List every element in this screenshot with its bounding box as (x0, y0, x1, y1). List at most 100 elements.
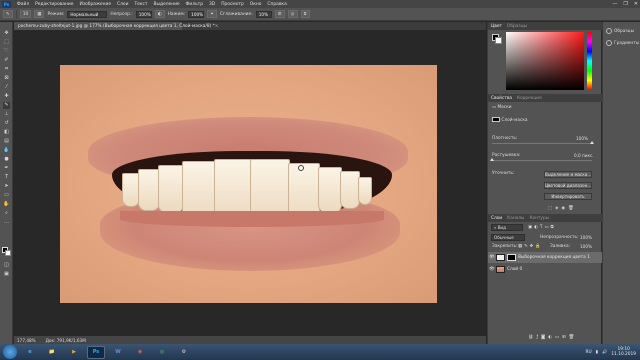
quick-mask-icon[interactable]: ◫ (3, 262, 10, 269)
symmetry-icon[interactable]: ⧖ (300, 10, 310, 18)
gradient-tool-icon[interactable]: ▤ (3, 138, 10, 145)
fill-value[interactable]: 100% (580, 244, 592, 249)
menu-layers[interactable]: Слои (114, 2, 131, 7)
move-tool-icon[interactable]: ✥ (3, 30, 10, 37)
history-brush-tool-icon[interactable]: ↺ (3, 120, 10, 127)
zoom-tool-icon[interactable]: ⌕ (3, 210, 10, 217)
density-value[interactable]: 100% (576, 136, 588, 141)
maximize-button[interactable]: ❐ (623, 1, 627, 7)
brush-settings-icon[interactable]: ▦ (34, 10, 45, 18)
more-tools-icon[interactable]: … (3, 219, 10, 226)
blur-tool-icon[interactable]: 💧 (3, 147, 10, 154)
hue-slider[interactable] (587, 32, 592, 90)
pressure-size-icon[interactable]: ◎ (287, 10, 298, 18)
explorer-app-icon[interactable]: 📁 (43, 346, 61, 359)
visibility-eye-icon[interactable]: 👁 (488, 267, 496, 272)
layer-row[interactable]: 👁 Слой 0 (488, 264, 602, 275)
new-group-icon[interactable]: ▭ (555, 335, 562, 340)
pressure-opacity-icon[interactable]: ◐ (154, 10, 165, 18)
tab-color[interactable]: Цвет (491, 24, 502, 29)
load-selection-icon[interactable]: ⬚ (548, 206, 555, 211)
tab-properties[interactable]: Свойства (491, 96, 512, 101)
eyedropper-tool-icon[interactable]: ⁄ (3, 84, 10, 91)
blend-mode-select[interactable]: Обычные (491, 234, 525, 241)
chrome-app-icon[interactable]: ◎ (153, 346, 171, 359)
invert-button[interactable]: Инвертировать (544, 193, 592, 200)
menu-image[interactable]: Изображение (76, 2, 114, 7)
close-tab-icon[interactable]: × (215, 24, 219, 29)
language-indicator[interactable]: RU (586, 350, 592, 355)
pen-tool-icon[interactable]: ✒ (3, 165, 10, 172)
start-button[interactable] (3, 345, 17, 359)
mode-select[interactable]: Нормальный (67, 10, 108, 18)
minimize-button[interactable]: — (612, 1, 617, 7)
settings-app-icon[interactable]: ⚙ (175, 346, 193, 359)
brush-tool-preset-icon[interactable]: ✎ (3, 10, 13, 18)
word-app-icon[interactable]: W (109, 346, 127, 359)
tab-channels[interactable]: Каналы (507, 216, 524, 221)
photoshop-app-icon[interactable]: Ps (87, 345, 105, 359)
menu-3d[interactable]: 3D (206, 2, 218, 7)
hand-tool-icon[interactable]: ✋ (3, 201, 10, 208)
clock[interactable]: 19:10 11.10.2019 (611, 347, 636, 357)
tab-adjustments[interactable]: Коррекция (517, 96, 542, 101)
layer-mask-thumb[interactable] (507, 254, 516, 261)
dock-gradients[interactable]: Градиенты (606, 40, 639, 46)
screen-mode-icon[interactable]: ▣ (3, 271, 10, 278)
smoothing-options-icon[interactable]: ⚙ (274, 10, 285, 18)
feather-slider[interactable] (490, 158, 592, 161)
filter-smart-icon[interactable]: ⧉ (551, 225, 556, 230)
tab-layers[interactable]: Слои (491, 216, 502, 221)
menu-file[interactable]: Файл (14, 2, 32, 7)
color-panel-background-swatch[interactable] (495, 37, 502, 44)
type-tool-icon[interactable]: T (3, 174, 10, 181)
rectangle-tool-icon[interactable]: ▭ (3, 192, 10, 199)
media-app-icon[interactable]: ▶ (65, 346, 83, 359)
menu-filter[interactable]: Фильтр (183, 2, 206, 7)
feather-value[interactable]: 0,0 пикс. (574, 153, 594, 158)
color-picker-field[interactable] (506, 32, 584, 90)
visibility-eye-icon[interactable]: 👁 (488, 255, 496, 260)
dock-swatches[interactable]: Образцы (606, 28, 634, 34)
document-image[interactable] (60, 65, 437, 303)
healing-brush-tool-icon[interactable]: ✚ (3, 93, 10, 100)
menu-view[interactable]: Просмотр (218, 2, 247, 7)
browser-app-icon[interactable]: ◉ (131, 346, 149, 359)
airbrush-icon[interactable]: ✦ (207, 10, 217, 18)
new-adjustment-icon[interactable]: ◐ (548, 335, 555, 340)
dodge-tool-icon[interactable]: ● (3, 156, 10, 163)
menu-help[interactable]: Справка (264, 2, 289, 7)
canvas-area[interactable] (14, 30, 486, 336)
layer-kind-filter[interactable]: ⌕ Вид (491, 224, 523, 231)
menu-select[interactable]: Выделение (150, 2, 182, 7)
frame-tool-icon[interactable]: ⊠ (3, 75, 10, 82)
layer-mask-thumb-icon[interactable] (492, 117, 500, 122)
marquee-tool-icon[interactable]: ⬚ (3, 39, 10, 46)
quick-select-tool-icon[interactable]: ✐ (3, 57, 10, 64)
delete-mask-icon[interactable]: 🗑 (568, 206, 576, 211)
delete-layer-icon[interactable]: 🗑 (569, 335, 577, 340)
ie-app-icon[interactable]: e (21, 346, 39, 359)
eraser-tool-icon[interactable]: ◧ (3, 129, 10, 136)
zoom-level[interactable]: 177,48% (17, 338, 36, 343)
new-layer-icon[interactable]: ⊞ (562, 335, 569, 340)
clone-stamp-tool-icon[interactable]: ⊥ (3, 111, 10, 118)
tab-paths[interactable]: Контуры (529, 216, 549, 221)
close-button[interactable]: ✕ (634, 1, 638, 7)
network-icon[interactable]: ▮ (596, 350, 598, 355)
color-range-button[interactable]: Цветовой диапазон... (544, 182, 592, 189)
menu-edit[interactable]: Редактирование (32, 2, 76, 7)
opacity-field[interactable]: 100% (135, 10, 152, 18)
feather-slider-knob[interactable] (490, 158, 494, 161)
flow-field[interactable]: 100% (188, 10, 205, 18)
density-slider[interactable] (492, 141, 594, 144)
lasso-tool-icon[interactable]: ➰ (3, 48, 10, 55)
brush-tool-icon[interactable]: ✎ (3, 102, 10, 109)
select-and-mask-button[interactable]: Выделение и маска... (544, 171, 592, 178)
crop-tool-icon[interactable]: ⌗ (3, 66, 10, 73)
brush-size-picker[interactable]: 10 (19, 10, 32, 18)
document-tab[interactable]: pochemu-zuby-zheltejut-1.jpg @ 177% (Выб… (14, 22, 218, 30)
lock-all-icon[interactable]: 🔒 (535, 244, 542, 249)
menu-window[interactable]: Окно (247, 2, 265, 7)
path-select-tool-icon[interactable]: ➤ (3, 183, 10, 190)
